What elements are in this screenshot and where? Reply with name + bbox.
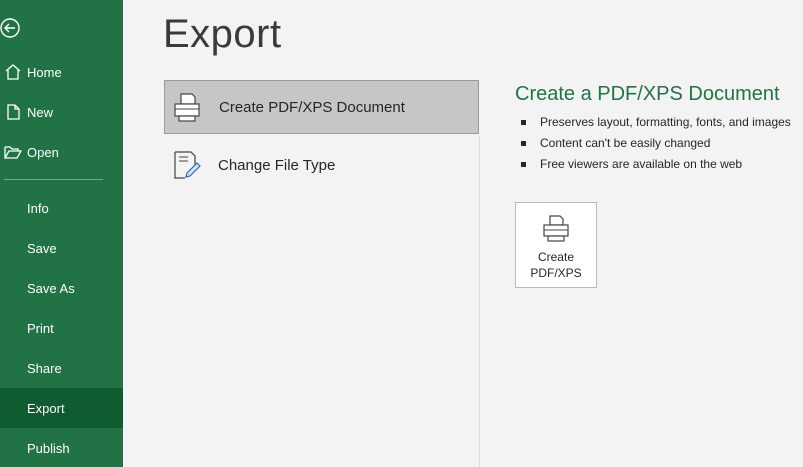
vertical-separator — [479, 136, 480, 467]
create-button-label: Create PDF/XPS — [530, 250, 582, 280]
pdf-document-icon — [172, 92, 202, 124]
sidebar-divider — [4, 179, 103, 180]
option-label: Change File Type — [218, 156, 336, 174]
back-arrow-icon — [0, 18, 20, 38]
home-icon — [4, 63, 22, 81]
detail-bullet-list: Preserves layout, formatting, fonts, and… — [515, 112, 800, 175]
sidebar-item-new[interactable]: New — [0, 92, 123, 132]
sidebar-item-publish[interactable]: Publish — [0, 428, 123, 467]
option-change-file-type[interactable]: Change File Type — [164, 138, 479, 192]
sidebar-item-print[interactable]: Print — [0, 308, 123, 348]
list-item: Free viewers are available on the web — [515, 154, 800, 175]
sidebar-item-home[interactable]: Home — [0, 52, 123, 92]
option-create-pdf-xps[interactable]: Create PDF/XPS Document — [164, 80, 479, 134]
option-label: Create PDF/XPS Document — [219, 98, 405, 116]
list-item: Preserves layout, formatting, fonts, and… — [515, 112, 800, 133]
sidebar-item-save-as[interactable]: Save As — [0, 268, 123, 308]
back-button[interactable] — [0, 17, 24, 39]
change-file-type-icon — [171, 149, 201, 181]
sidebar-item-open[interactable]: Open — [0, 132, 123, 172]
sidebar-item-label: Home — [27, 64, 62, 80]
sidebar-item-label: Open — [27, 144, 59, 160]
sidebar-item-label: Save As — [27, 280, 75, 296]
page-title: Export — [163, 12, 282, 56]
sidebar-item-save[interactable]: Save — [0, 228, 123, 268]
export-options-list: Create PDF/XPS Document Change File Type — [164, 80, 479, 196]
sidebar-item-label: Export — [27, 400, 65, 416]
pdf-document-icon — [542, 215, 570, 243]
sidebar-item-export[interactable]: Export — [0, 388, 123, 428]
list-item: Content can't be easily changed — [515, 133, 800, 154]
sidebar-item-label: Share — [27, 360, 62, 376]
sidebar-item-label: Publish — [27, 440, 70, 456]
new-file-icon — [4, 103, 22, 121]
detail-title: Create a PDF/XPS Document — [515, 83, 780, 105]
detail-panel: Create a PDF/XPS Document Preserves layo… — [515, 83, 800, 175]
sidebar-item-label: Print — [27, 320, 54, 336]
folder-open-icon — [4, 143, 22, 161]
sidebar-item-share[interactable]: Share — [0, 348, 123, 388]
sidebar-item-info[interactable]: Info — [0, 188, 123, 228]
backstage-sidebar: Home New Open Info Save Save As Print Sh… — [0, 0, 123, 467]
sidebar-item-label: New — [27, 104, 54, 120]
sidebar-item-label: Info — [27, 200, 49, 216]
create-pdf-xps-button[interactable]: Create PDF/XPS — [515, 202, 597, 288]
sidebar-item-label: Save — [27, 240, 57, 256]
